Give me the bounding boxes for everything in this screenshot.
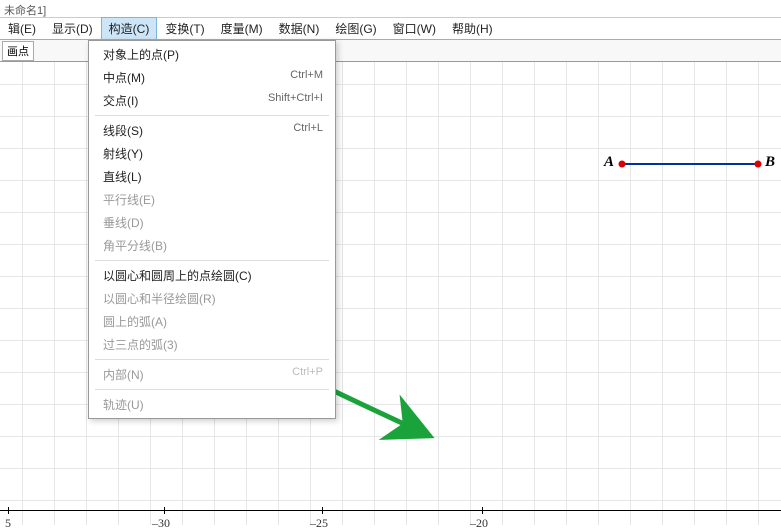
tick-mark [482,507,483,514]
tick-label: –20 [470,516,488,531]
point-a[interactable] [619,161,626,168]
menu-measure[interactable]: 度量(M) [213,17,271,40]
label-b[interactable]: B [765,154,775,171]
menu-item-shortcut: Ctrl+M [290,69,323,86]
menu-item[interactable]: 对象上的点(P) [89,43,335,66]
menu-separator [95,389,329,390]
segment-ab[interactable] [622,163,758,165]
tick-label: 5 [5,516,11,531]
menu-item: 以圆心和半径绘圆(R) [89,287,335,310]
title-bar: 未命名1] [0,0,781,18]
tick-mark [8,507,9,514]
menu-transform[interactable]: 变换(T) [157,17,212,40]
menu-item: 内部(N) Ctrl+P [89,363,335,386]
menu-item: 平行线(E) [89,188,335,211]
menu-item-label: 以圆心和圆周上的点绘圆(C) [103,267,252,284]
menu-item-label: 圆上的弧(A) [103,313,167,330]
menu-item: 轨迹(U) [89,393,335,416]
menu-item-shortcut: Ctrl+P [292,366,323,383]
menu-item: 过三点的弧(3) [89,333,335,356]
menu-item-label: 轨迹(U) [103,396,144,413]
tick-label: –25 [310,516,328,531]
label-a[interactable]: A [604,154,614,171]
menu-bar: 辑(E) 显示(D) 构造(C) 变换(T) 度量(M) 数据(N) 绘图(G)… [0,18,781,40]
menu-item[interactable]: 线段(S) Ctrl+L [89,119,335,142]
menu-separator [95,115,329,116]
menu-item-label: 交点(I) [103,92,138,109]
menu-separator [95,260,329,261]
menu-item-shortcut: Ctrl+L [293,122,323,139]
menu-item-label: 中点(M) [103,69,145,86]
menu-item[interactable]: 射线(Y) [89,142,335,165]
menu-item: 圆上的弧(A) [89,310,335,333]
menu-item-label: 垂线(D) [103,214,144,231]
menu-item[interactable]: 以圆心和圆周上的点绘圆(C) [89,264,335,287]
menu-separator [95,359,329,360]
menu-edit[interactable]: 辑(E) [0,17,44,40]
tick-mark [322,507,323,514]
menu-item-label: 射线(Y) [103,145,143,162]
menu-item-label: 过三点的弧(3) [103,336,178,353]
menu-item-label: 角平分线(B) [103,237,167,254]
tick-mark [164,507,165,514]
menu-plot[interactable]: 绘图(G) [327,17,384,40]
point-b[interactable] [755,161,762,168]
menu-item: 垂线(D) [89,211,335,234]
menu-item-label: 以圆心和半径绘圆(R) [103,290,216,307]
tick-label: –30 [152,516,170,531]
menu-item-shortcut: Shift+Ctrl+I [268,92,323,109]
menu-construct[interactable]: 构造(C) [101,17,158,40]
menu-item: 角平分线(B) [89,234,335,257]
menu-item-label: 直线(L) [103,168,142,185]
menu-item-label: 平行线(E) [103,191,155,208]
construct-menu-dropdown: 对象上的点(P) 中点(M) Ctrl+M 交点(I) Shift+Ctrl+I 线段(S… [88,40,336,419]
menu-data[interactable]: 数据(N) [271,17,328,40]
menu-item-label: 对象上的点(P) [103,46,179,63]
menu-item-label: 线段(S) [103,122,143,139]
menu-item[interactable]: 直线(L) [89,165,335,188]
menu-help[interactable]: 帮助(H) [444,17,501,40]
tool-point-button[interactable]: 画点 [2,41,34,61]
x-axis [0,510,781,511]
menu-item[interactable]: 中点(M) Ctrl+M [89,66,335,89]
menu-display[interactable]: 显示(D) [44,17,101,40]
menu-item[interactable]: 交点(I) Shift+Ctrl+I [89,89,335,112]
menu-window[interactable]: 窗口(W) [385,17,444,40]
menu-item-label: 内部(N) [103,366,144,383]
